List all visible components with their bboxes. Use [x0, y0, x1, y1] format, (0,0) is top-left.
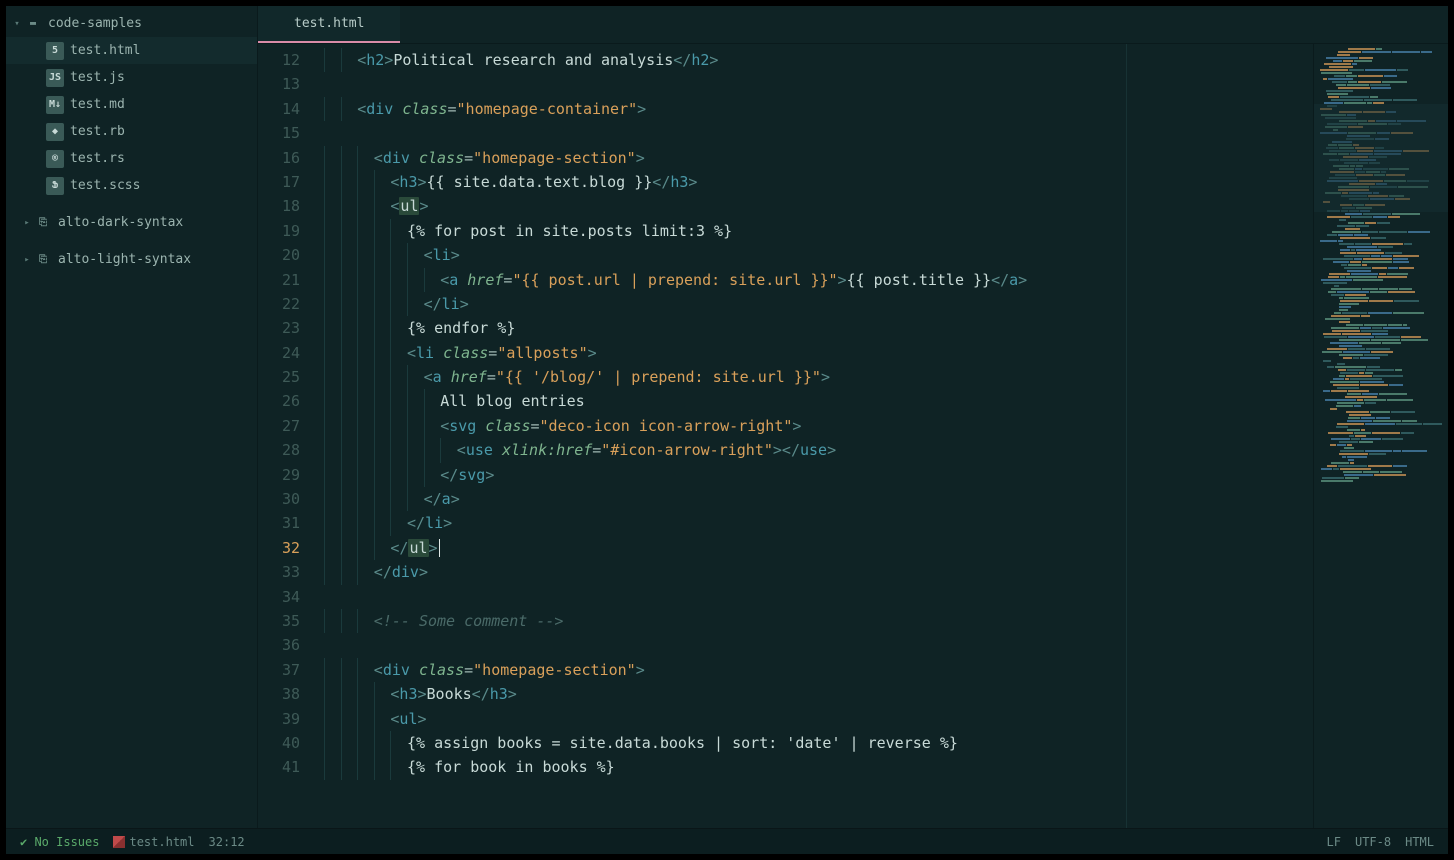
code-line[interactable]: <div class="homepage-section">	[324, 658, 1313, 682]
text-editor[interactable]: <h2>Political research and analysis</h2>…	[316, 44, 1313, 828]
tree-project-alto-light-syntax[interactable]: ▸⎘ alto-light-syntax	[6, 246, 257, 273]
status-encoding[interactable]: UTF-8	[1355, 835, 1391, 849]
code-line[interactable]	[324, 121, 1313, 145]
status-language[interactable]: HTML	[1405, 835, 1434, 849]
status-cursor-position[interactable]: 32:12	[209, 835, 245, 849]
code-line[interactable]: </a>	[324, 487, 1313, 511]
gutter: 1213141516171819202122232425262728293031…	[258, 44, 316, 828]
chevron-down-icon: ▾	[10, 19, 24, 29]
tree-file-test-js[interactable]: JS test.js	[6, 64, 257, 91]
status-bar: ✔ No Issues test.html 32:12 LF UTF-8 HTM…	[6, 828, 1448, 854]
file-md-icon: M↓	[46, 96, 64, 114]
file-html-icon: 5	[46, 42, 64, 60]
code-line[interactable]	[324, 585, 1313, 609]
folder-label: code-samples	[48, 16, 142, 31]
code-line[interactable]: </ul>	[324, 536, 1313, 560]
code-line[interactable]: All blog entries	[324, 389, 1313, 413]
code-line[interactable]: <!-- Some comment -->	[324, 609, 1313, 633]
code-area[interactable]: 1213141516171819202122232425262728293031…	[258, 44, 1448, 828]
tree-file-test-rs[interactable]: ® test.rs	[6, 145, 257, 172]
code-line[interactable]: <a href="{{ '/blog/' | prepend: site.url…	[324, 365, 1313, 389]
code-line[interactable]: <div class="homepage-section">	[324, 146, 1313, 170]
code-line[interactable]: <h2>Political research and analysis</h2>	[324, 48, 1313, 72]
status-issues[interactable]: ✔ No Issues	[20, 835, 99, 849]
chevron-right-icon: ▸	[20, 218, 34, 228]
editor-pane: test.html 121314151617181920212223242526…	[258, 6, 1448, 828]
code-line[interactable]: <li>	[324, 243, 1313, 267]
code-line[interactable]	[324, 633, 1313, 657]
file-status-icon	[113, 836, 125, 848]
status-line-ending[interactable]: LF	[1327, 835, 1341, 849]
code-line[interactable]: <ul>	[324, 194, 1313, 218]
status-file-path[interactable]: test.html	[113, 835, 194, 849]
file-label: test.md	[70, 97, 125, 112]
code-line[interactable]: </svg>	[324, 463, 1313, 487]
repo-icon: ⎘	[34, 214, 52, 232]
file-label: test.js	[70, 70, 125, 85]
minimap-visible-area[interactable]	[1314, 104, 1448, 212]
project-label: alto-dark-syntax	[58, 215, 183, 230]
tree-folder-root[interactable]: ▾ ▬ code-samples	[6, 10, 257, 37]
tree-file-test-rb[interactable]: ◆ test.rb	[6, 118, 257, 145]
code-line[interactable]: {% for post in site.posts limit:3 %}	[324, 219, 1313, 243]
folder-icon: ▬	[24, 15, 42, 33]
repo-icon: ⎘	[34, 251, 52, 269]
tab-test-html[interactable]: test.html	[258, 6, 400, 43]
tree-file-test-scss[interactable]: Ֆtest.scss	[6, 172, 257, 199]
code-line[interactable]: </div>	[324, 560, 1313, 584]
code-line[interactable]: <a href="{{ post.url | prepend: site.url…	[324, 268, 1313, 292]
tab-bar: test.html	[258, 6, 1448, 44]
code-line[interactable]: {% for book in books %}	[324, 755, 1313, 779]
code-line[interactable]: <ul>	[324, 707, 1313, 731]
code-line[interactable]: {% endfor %}	[324, 316, 1313, 340]
file-tree[interactable]: ▾ ▬ code-samples 5 test.html JS test.js M↓ te…	[6, 6, 258, 828]
file-rb-icon: ◆	[46, 123, 64, 141]
code-line[interactable]: </li>	[324, 292, 1313, 316]
chevron-right-icon: ▸	[20, 255, 34, 265]
code-line[interactable]: </li>	[324, 511, 1313, 535]
file-rs-icon: ®	[46, 150, 64, 168]
code-line[interactable]: <h3>{{ site.data.text.blog }}</h3>	[324, 170, 1313, 194]
code-line[interactable]: <li class="allposts">	[324, 341, 1313, 365]
code-line[interactable]	[324, 72, 1313, 96]
code-line[interactable]: <h3>Books</h3>	[324, 682, 1313, 706]
minimap[interactable]	[1313, 44, 1448, 828]
file-label: test.html	[70, 43, 140, 58]
file-label: test.rs	[70, 151, 125, 166]
file-scss-icon: Ֆ	[46, 177, 64, 195]
file-label: test.rb	[70, 124, 125, 139]
tree-file-test-md[interactable]: M↓ test.md	[6, 91, 257, 118]
check-icon: ✔	[20, 835, 34, 849]
project-label: alto-light-syntax	[58, 252, 191, 267]
code-line[interactable]: {% assign books = site.data.books | sort…	[324, 731, 1313, 755]
code-line[interactable]: <div class="homepage-container">	[324, 97, 1313, 121]
code-line[interactable]: <svg class="deco-icon icon-arrow-right">	[324, 414, 1313, 438]
file-js-icon: JS	[46, 69, 64, 87]
file-label: test.scss	[70, 178, 140, 193]
text-cursor	[439, 539, 440, 557]
tree-file-test-html[interactable]: 5 test.html	[6, 37, 257, 64]
tree-project-alto-dark-syntax[interactable]: ▸⎘ alto-dark-syntax	[6, 209, 257, 236]
tab-label: test.html	[294, 16, 364, 31]
code-line[interactable]: <use xlink:href="#icon-arrow-right"></us…	[324, 438, 1313, 462]
